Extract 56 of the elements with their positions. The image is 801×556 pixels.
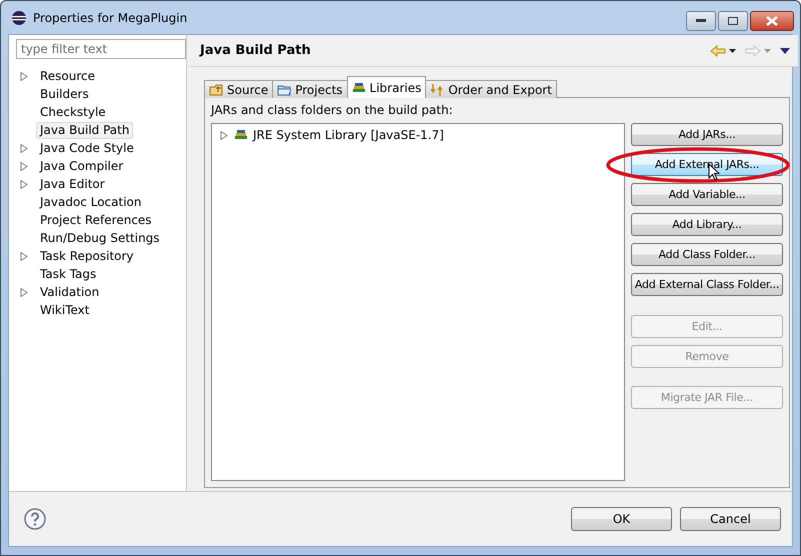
- action-button[interactable]: Add External JARs...: [631, 153, 783, 176]
- action-button: Migrate JAR File...: [631, 386, 783, 409]
- expand-arrow-icon[interactable]: [20, 162, 28, 170]
- maximize-icon: [728, 17, 738, 25]
- action-button[interactable]: Add Class Folder...: [631, 243, 783, 266]
- tree-item[interactable]: Checkstyle: [36, 104, 110, 120]
- tree-item[interactable]: Java Build Path: [36, 122, 134, 138]
- tree-item[interactable]: Java Editor: [36, 176, 109, 192]
- action-button: Remove: [631, 345, 783, 368]
- expand-arrow-icon[interactable]: [20, 72, 28, 80]
- tree-item[interactable]: Task Tags: [36, 266, 100, 282]
- window-title: Properties for MegaPlugin: [33, 10, 188, 24]
- tree-item[interactable]: Builders: [36, 86, 93, 102]
- tree-item[interactable]: Run/Debug Settings: [36, 230, 164, 246]
- action-button[interactable]: Add JARs...: [631, 123, 783, 146]
- tree-item[interactable]: Resource: [36, 68, 100, 84]
- dialog-button[interactable]: Cancel: [680, 507, 781, 531]
- folder-icon: [209, 82, 223, 96]
- books-icon: [352, 80, 366, 94]
- expand-arrow-icon[interactable]: [20, 252, 28, 260]
- expand-arrow-icon[interactable]: [20, 144, 28, 152]
- action-button[interactable]: Add Variable...: [631, 183, 783, 206]
- list-label: JARs and class folders on the build path:: [211, 103, 454, 117]
- tab[interactable]: Source: [204, 80, 274, 98]
- tree-item[interactable]: Javadoc Location: [36, 194, 146, 210]
- tree-item[interactable]: WikiText: [36, 302, 94, 318]
- tree-item[interactable]: Task Repository: [36, 248, 138, 264]
- tree-item[interactable]: Java Code Style: [36, 140, 138, 156]
- folder-icon: [277, 82, 292, 96]
- maximize-button[interactable]: [718, 11, 748, 31]
- books-icon: [234, 128, 248, 142]
- expand-arrow-icon[interactable]: [20, 288, 28, 296]
- minimize-button[interactable]: [686, 11, 716, 31]
- tree-item[interactable]: Project References: [36, 212, 156, 228]
- close-icon: [766, 16, 778, 26]
- expand-arrow-icon[interactable]: [20, 180, 28, 188]
- minimize-icon: [696, 19, 706, 23]
- action-button: Edit...: [631, 315, 783, 338]
- close-button[interactable]: [750, 11, 794, 31]
- library-item[interactable]: JRE System Library [JavaSE-1.7]: [253, 128, 444, 142]
- app-icon: [11, 10, 27, 26]
- action-button[interactable]: Add External Class Folder...: [631, 273, 783, 296]
- page-title: Java Build Path: [200, 43, 312, 58]
- dialog-button[interactable]: OK: [571, 507, 672, 531]
- tree-item[interactable]: Validation: [36, 284, 104, 300]
- tab[interactable]: Libraries: [346, 76, 426, 98]
- action-button[interactable]: Add Library...: [631, 213, 783, 236]
- tree-item[interactable]: Java Compiler: [36, 158, 128, 174]
- tab[interactable]: Order and Export: [425, 80, 557, 98]
- tab[interactable]: Projects: [272, 80, 348, 98]
- expand-arrow-icon[interactable]: [220, 130, 229, 140]
- help-icon[interactable]: [24, 508, 46, 530]
- filter-field[interactable]: type filter text: [16, 39, 186, 59]
- up-down-arrows-icon: [430, 82, 444, 96]
- dropdown-icon[interactable]: [729, 48, 736, 52]
- view-menu-icon[interactable]: [780, 48, 790, 54]
